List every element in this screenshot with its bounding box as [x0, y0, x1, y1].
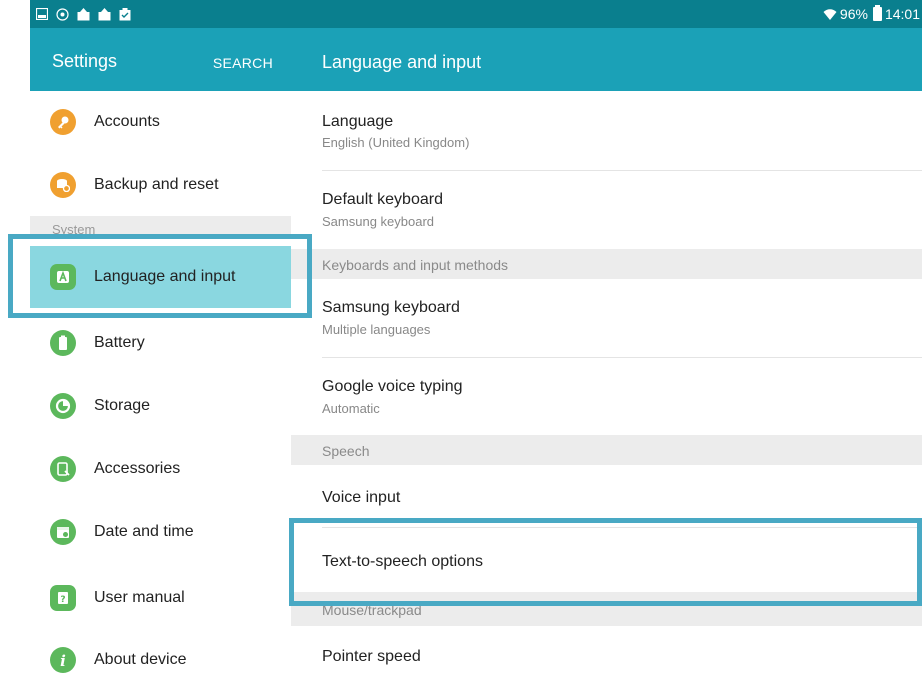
sidebar-item-battery[interactable]: Battery [30, 312, 291, 374]
section-header-keyboards: Keyboards and input methods [291, 249, 922, 279]
calendar-icon [50, 519, 76, 545]
section-label: Keyboards and input methods [322, 257, 509, 273]
info-icon: i [50, 647, 76, 673]
sidebar-item-user-manual[interactable]: ? User manual [30, 567, 291, 629]
settings-title: Settings [52, 51, 118, 71]
setting-subtitle: Multiple languages [322, 322, 431, 337]
backup-icon [50, 172, 76, 198]
sidebar-item-storage[interactable]: Storage [30, 375, 291, 437]
key-icon [50, 109, 76, 135]
sidebar-item-label: Battery [94, 334, 145, 351]
page-title: Language and input [322, 52, 482, 72]
setting-samsung-keyboard[interactable]: Samsung keyboard Multiple languages [291, 279, 922, 357]
clock: 14:01 [884, 6, 920, 22]
battery-icon [50, 330, 76, 356]
highlight-box-language-and-input [8, 234, 312, 318]
screen: 96% 14:01 Settings SEARCH Accounts Backu… [0, 0, 922, 689]
sidebar-item-label: Accessories [94, 460, 181, 477]
sync-icon [56, 7, 69, 21]
svg-text:?: ? [60, 595, 65, 605]
status-right: 96% 14:01 [823, 5, 920, 23]
setting-pointer-speed[interactable]: Pointer speed [291, 626, 922, 689]
battery-icon [872, 5, 882, 21]
setting-subtitle: Samsung keyboard [322, 214, 435, 229]
setting-title: Google voice typing [322, 378, 463, 395]
language-input-header: Language and input [291, 28, 922, 91]
upload-icon [98, 7, 111, 20]
sidebar-item-label: Backup and reset [94, 176, 219, 193]
notification-icons [36, 6, 131, 22]
setting-language[interactable]: Language English (United Kingdom) [291, 91, 922, 170]
setting-title: Pointer speed [322, 648, 421, 665]
sidebar-item-label: About device [94, 651, 187, 668]
setting-title: Language [322, 113, 394, 130]
setting-title: Voice input [322, 489, 401, 506]
sidebar-item-date-and-time[interactable]: Date and time [30, 501, 291, 563]
setting-google-voice-typing[interactable]: Google voice typing Automatic [291, 358, 922, 435]
clipboard-icon [119, 7, 131, 20]
sidebar-item-label: Storage [94, 397, 151, 414]
storage-icon [50, 393, 76, 419]
wifi-icon [823, 8, 837, 20]
upload-icon [77, 7, 90, 20]
svg-text:i: i [60, 652, 66, 668]
setting-subtitle: English (United Kingdom) [322, 135, 470, 150]
section-label: Speech [322, 443, 370, 459]
sidebar-item-accessories[interactable]: Accessories [30, 438, 291, 500]
sidebar-item-backup-and-reset[interactable]: Backup and reset [30, 154, 291, 216]
battery-percent: 96% [839, 6, 868, 22]
sidebar-item-accounts[interactable]: Accounts [30, 91, 291, 153]
status-bar: 96% 14:01 [30, 0, 922, 28]
accessories-icon [50, 456, 76, 482]
setting-subtitle: Automatic [322, 401, 380, 416]
settings-header: Settings SEARCH [30, 28, 291, 91]
setting-title: Default keyboard [322, 191, 443, 208]
sidebar-item-label: Date and time [94, 523, 194, 540]
setting-default-keyboard[interactable]: Default keyboard Samsung keyboard [291, 171, 922, 249]
section-header-speech: Speech [291, 435, 922, 465]
sidebar-item-about-device[interactable]: i About device [30, 629, 291, 691]
highlight-box-text-to-speech [289, 518, 922, 606]
sidebar-item-label: Accounts [94, 113, 160, 130]
gallery-icon [36, 8, 48, 20]
manual-icon: ? [50, 585, 76, 611]
search-button[interactable]: SEARCH [213, 55, 273, 71]
settings-sidebar: Accounts Backup and reset System Languag… [30, 91, 292, 689]
sidebar-item-label: User manual [94, 589, 185, 606]
setting-title: Samsung keyboard [322, 299, 460, 316]
